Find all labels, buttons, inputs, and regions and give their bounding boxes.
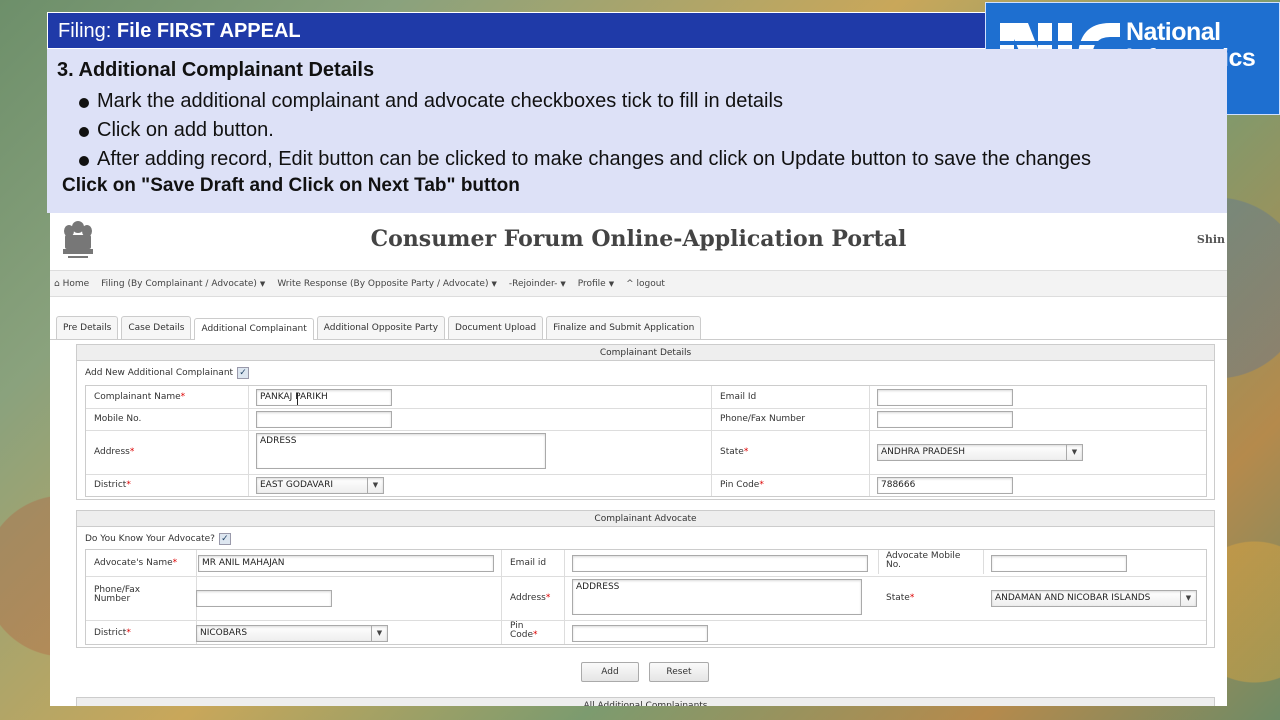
slide-title-bold: File FIRST APPEAL: [116, 20, 301, 42]
tab-additional-opposite-party[interactable]: Additional Opposite Party: [316, 316, 446, 339]
home-icon: ⌂: [54, 278, 63, 289]
tab-document-upload[interactable]: Document Upload: [448, 316, 544, 339]
text-cursor-icon: [297, 393, 298, 405]
advocate-state-label: State*: [886, 593, 915, 603]
advocate-address-textarea[interactable]: ADDRESS: [572, 579, 862, 615]
complainant-name-input[interactable]: PANKAJ PARIKH: [256, 389, 392, 406]
menu-filing[interactable]: Filing (By Complainant / Advocate) ▼: [101, 279, 265, 289]
tab-pre-details[interactable]: Pre Details: [56, 316, 119, 339]
email-id-input[interactable]: [877, 389, 1013, 406]
advocate-name-input[interactable]: MR ANIL MAHAJAN: [198, 555, 494, 572]
portal-header: Consumer Forum Online-Application Portal…: [50, 213, 1227, 271]
chevron-down-icon: ▼: [367, 478, 383, 493]
caret-down-icon: ▼: [259, 279, 266, 288]
complainant-form: Complainant Name* PANKAJ PARIKH Email Id…: [85, 385, 1207, 497]
advocate-address-label: Address*: [510, 593, 551, 603]
advocate-phone-input[interactable]: [196, 590, 332, 607]
chevron-down-icon: ▼: [371, 626, 387, 641]
district-label: District*: [94, 480, 131, 490]
nic-line-1: National: [1126, 18, 1221, 46]
portal-window: Consumer Forum Online-Application Portal…: [50, 213, 1227, 706]
mobile-no-label: Mobile No.: [94, 414, 142, 424]
know-advocate-checkbox[interactable]: ✓: [218, 533, 231, 545]
menu-write-response-label: Write Response (By Opposite Party / Advo…: [277, 278, 489, 289]
caret-down-icon: ▼: [608, 279, 615, 288]
advocate-mobile-label: Advocate Mobile No.: [886, 551, 961, 570]
menu-profile[interactable]: Profile ▼: [578, 279, 614, 289]
state-select-value: ANDHRA PRADESH: [881, 447, 966, 457]
district-select-value: EAST GODAVARI: [260, 480, 333, 490]
tab-finalize-submit[interactable]: Finalize and Submit Application: [546, 316, 702, 339]
logout-icon: ^: [626, 278, 637, 289]
advocate-email-input[interactable]: [572, 555, 868, 572]
phone-fax-input[interactable]: [877, 411, 1013, 428]
menu-write-response[interactable]: Write Response (By Opposite Party / Advo…: [277, 279, 497, 289]
add-button[interactable]: Add: [581, 662, 639, 682]
instruction-item: Mark the additional complainant and advo…: [79, 87, 1215, 116]
instruction-item: After adding record, Edit button can be …: [79, 145, 1215, 174]
complainant-details-panel: Complainant Details Add New Additional C…: [76, 344, 1215, 500]
complainant-section-title: Complainant Details: [77, 345, 1214, 361]
reset-button[interactable]: Reset: [649, 662, 709, 682]
menu-logout-label: logout: [636, 278, 665, 289]
advocate-section-title: Complainant Advocate: [77, 511, 1214, 527]
complainant-name-label: Complainant Name*: [94, 392, 186, 402]
slide-title: Filing: File FIRST APPEAL: [47, 12, 987, 49]
caret-down-icon: ▼: [491, 279, 497, 288]
menu-rejoinder-label: -Rejoinder-: [508, 278, 558, 289]
know-advocate-label: Do You Know Your Advocate?: [85, 534, 215, 544]
know-advocate-row: Do You Know Your Advocate? ✓: [77, 527, 1214, 551]
step-heading: 3. Additional Complainant Details: [57, 59, 375, 81]
menu-logout[interactable]: ^ logout: [626, 279, 665, 289]
advocate-phone-label: Phone/Fax Number: [94, 585, 141, 604]
user-name[interactable]: Shin: [1197, 233, 1225, 246]
pin-code-label: Pin Code*: [720, 480, 764, 490]
advocate-pin-code-input[interactable]: [572, 625, 708, 642]
advocate-district-select[interactable]: NICOBARS ▼: [196, 625, 388, 642]
menu-rejoinder[interactable]: -Rejoinder- ▼: [509, 279, 566, 289]
instructions-box: 3. Additional Complainant Details Mark t…: [47, 49, 1227, 213]
advocate-form: Advocate's Name* MR ANIL MAHAJAN Email i…: [85, 549, 1207, 645]
complainant-advocate-panel: Complainant Advocate Do You Know Your Ad…: [76, 510, 1215, 648]
pin-code-input[interactable]: 788666: [877, 477, 1013, 494]
advocate-state-select-value: ANDAMAN AND NICOBAR ISLANDS: [995, 593, 1151, 603]
menu-home-label: Home: [62, 278, 90, 289]
phone-fax-label: Phone/Fax Number: [720, 414, 806, 424]
advocate-name-label: Advocate's Name*: [94, 558, 178, 568]
portal-title: Consumer Forum Online-Application Portal: [370, 226, 907, 252]
address-label: Address*: [94, 447, 135, 457]
menu-home[interactable]: ⌂ Home: [54, 279, 89, 289]
advocate-district-label: District*: [94, 628, 131, 638]
all-additional-complainants-title: All Additional Complainants: [77, 698, 1214, 706]
mobile-no-input[interactable]: [256, 411, 392, 428]
tab-case-details[interactable]: Case Details: [121, 316, 192, 339]
state-label: State*: [720, 447, 749, 457]
instruction-list: Mark the additional complainant and advo…: [57, 87, 1215, 174]
tab-bar: Pre Details Case Details Additional Comp…: [50, 297, 1227, 340]
email-id-label: Email Id: [720, 392, 757, 402]
advocate-district-select-value: NICOBARS: [200, 628, 248, 638]
address-textarea[interactable]: ADRESS: [256, 433, 546, 469]
advocate-email-label: Email id: [510, 558, 547, 568]
advocate-state-select[interactable]: ANDAMAN AND NICOBAR ISLANDS ▼: [991, 590, 1197, 607]
instruction-item: Click on add button.: [79, 116, 1215, 145]
menu-filing-label: Filing (By Complainant / Advocate): [101, 278, 257, 289]
slide-title-prefix: Filing:: [58, 20, 117, 42]
chevron-down-icon: ▼: [1180, 591, 1196, 606]
advocate-mobile-input[interactable]: [991, 555, 1127, 572]
chevron-down-icon: ▼: [1066, 445, 1082, 460]
menu-profile-label: Profile: [577, 278, 606, 289]
final-note: Click on "Save Draft and Click on Next T…: [62, 175, 520, 196]
district-select[interactable]: EAST GODAVARI ▼: [256, 477, 384, 494]
add-new-complainant-row: Add New Additional Complainant ✓: [77, 361, 1214, 385]
state-select[interactable]: ANDHRA PRADESH ▼: [877, 444, 1083, 461]
advocate-pin-code-label: Pin Code*: [510, 621, 538, 640]
all-additional-complainants-panel: All Additional Complainants: [76, 697, 1215, 706]
add-new-complainant-checkbox[interactable]: ✓: [237, 367, 250, 379]
add-new-complainant-label: Add New Additional Complainant: [85, 368, 234, 378]
caret-down-icon: ▼: [560, 279, 566, 288]
tab-additional-complainant[interactable]: Additional Complainant: [194, 318, 314, 340]
main-menu: ⌂ Home Filing (By Complainant / Advocate…: [50, 271, 1227, 297]
